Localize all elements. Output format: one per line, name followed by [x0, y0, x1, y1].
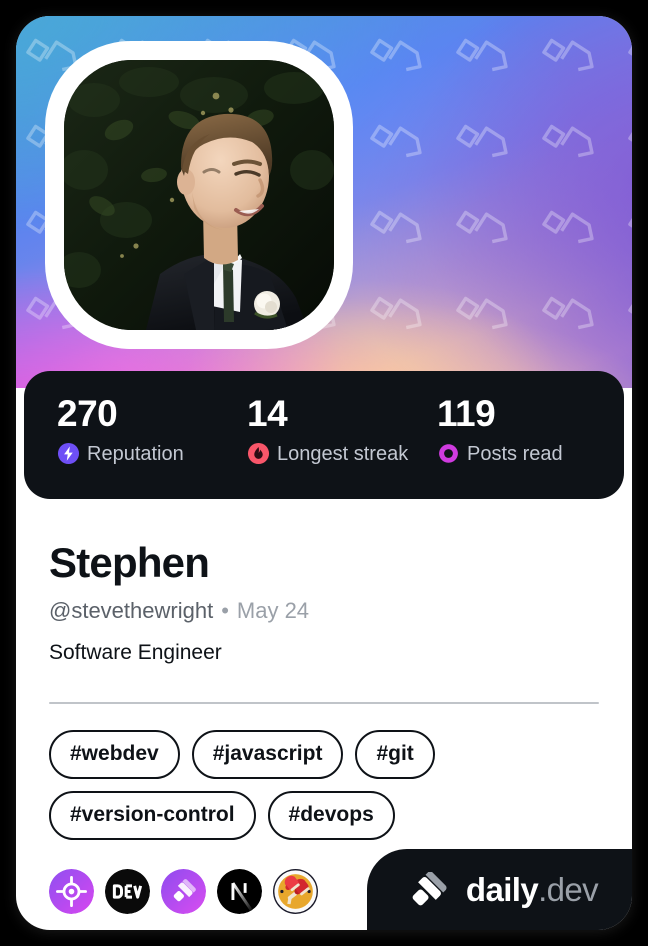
- reputation-bolt-icon: [57, 442, 80, 465]
- tag-javascript[interactable]: #javascript: [191, 730, 344, 779]
- tag-version-control[interactable]: #version-control: [49, 791, 256, 840]
- stat-value: 14: [247, 393, 288, 434]
- dailydev-logo-mark: [412, 871, 447, 905]
- stat-label: Posts read: [467, 442, 563, 465]
- brand-primary: daily: [465, 870, 539, 908]
- section-divider: [49, 702, 599, 704]
- tag-git[interactable]: #git: [355, 730, 435, 779]
- dailydev-badge[interactable]: [161, 869, 206, 914]
- streak-flame-icon: [247, 442, 270, 465]
- stat-longest-streak: 14 Longest streak: [214, 392, 408, 465]
- profile-handle: @stevethewright: [49, 598, 214, 623]
- job-title: Software Engineer: [49, 641, 222, 664]
- boxing-gloves-badge[interactable]: [273, 869, 318, 914]
- tag-webdev[interactable]: #webdev: [49, 730, 180, 779]
- brand-secondary: .dev: [538, 870, 599, 908]
- stat-reputation: 270 Reputation: [24, 392, 214, 465]
- stat-label: Longest streak: [277, 442, 409, 465]
- tag-list: #webdev #javascript #git #version-contro…: [49, 730, 599, 840]
- dailydev-wordmark: daily.dev: [465, 870, 599, 908]
- stats-bar: 270 Reputation 14 Longest streak 119 Pos…: [24, 371, 624, 499]
- screenshot-stage: 270 Reputation 14 Longest streak 119 Pos…: [0, 0, 648, 946]
- tag-devops[interactable]: #devops: [267, 791, 395, 840]
- avatar-frame: [45, 41, 353, 349]
- devto-badge[interactable]: [105, 869, 150, 914]
- stat-value: 270: [57, 393, 118, 434]
- stat-posts-read: 119 Posts read: [404, 392, 604, 465]
- profile-name: Stephen: [49, 539, 210, 586]
- profile-card: 270 Reputation 14 Longest streak 119 Pos…: [16, 16, 632, 930]
- nextjs-badge[interactable]: [217, 869, 262, 914]
- dailydev-footer-plate: daily.dev: [367, 849, 632, 930]
- avatar: [64, 60, 334, 330]
- posts-read-eye-icon: [439, 444, 458, 463]
- target-crosshair-badge[interactable]: [49, 869, 94, 914]
- separator-dot: •: [221, 598, 229, 623]
- handle-row: @stevethewright • May 24: [49, 598, 599, 624]
- stat-label: Reputation: [87, 442, 184, 465]
- stat-value: 119: [437, 393, 496, 434]
- joined-date: May 24: [236, 598, 310, 623]
